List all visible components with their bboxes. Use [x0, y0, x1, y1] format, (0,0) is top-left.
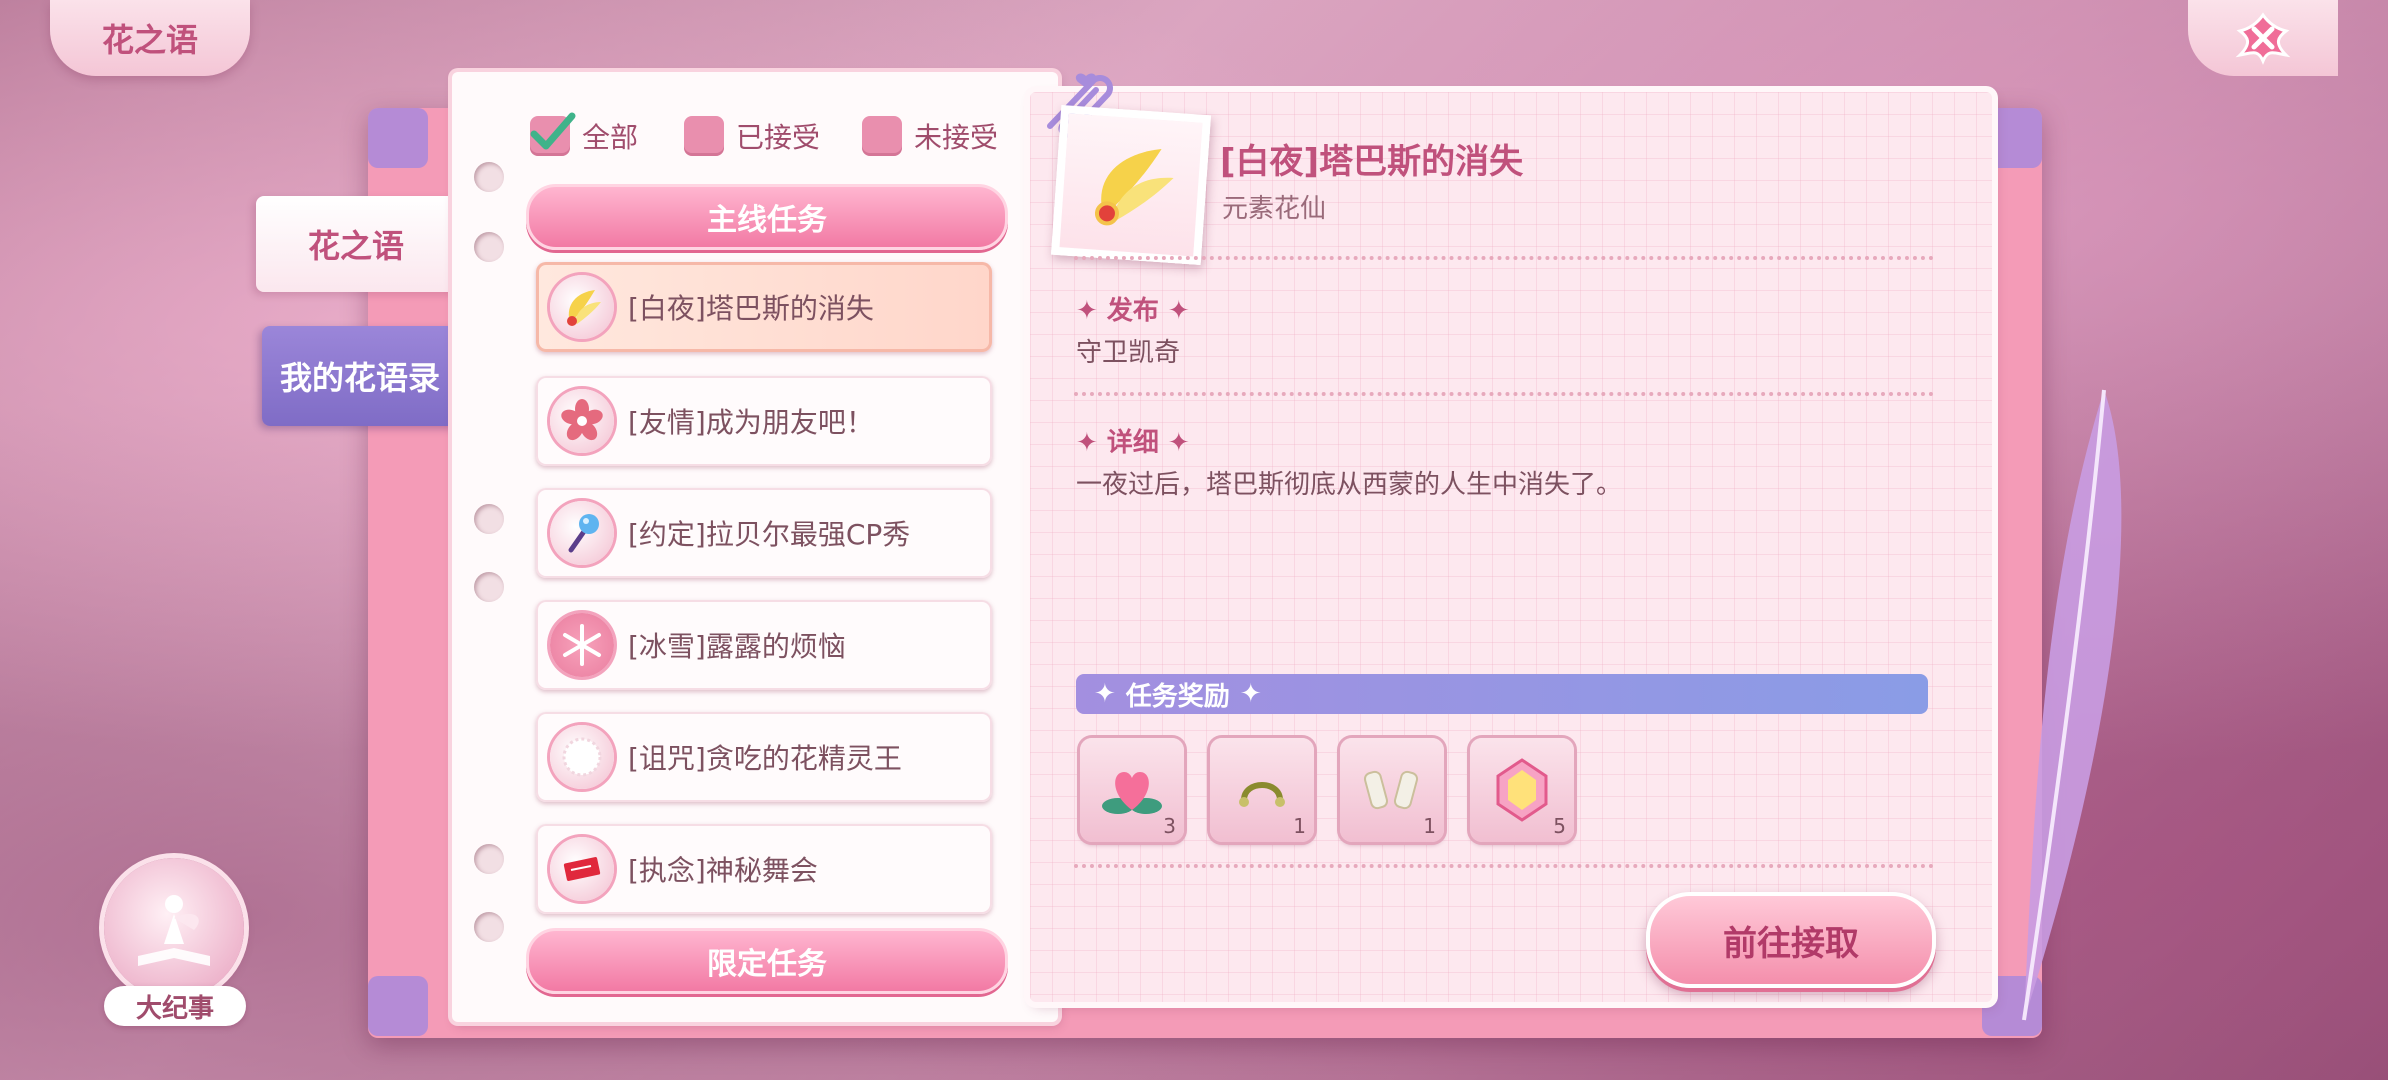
timeline-label[interactable]: 大纪事	[104, 986, 246, 1026]
quest-portrait	[1050, 104, 1212, 266]
detail-heading: ✦ 详细 ✦	[1076, 428, 1190, 458]
section-label: 限定任务	[707, 947, 827, 982]
reward-item[interactable]: 5	[1470, 738, 1574, 842]
quest-icon-circle	[550, 275, 614, 339]
timeline-button[interactable]	[104, 858, 244, 998]
reward-count: 1	[1423, 814, 1436, 838]
quest-label: [约定]拉贝尔最强CP秀	[628, 518, 911, 551]
rewards-header: ✦ 任务奖励 ✦	[1076, 674, 1928, 714]
quest-label: [冰雪]露露的烦恼	[628, 630, 846, 663]
filter-accepted[interactable]: 已接受	[684, 116, 820, 156]
quest-label: [友情]成为朋友吧！	[628, 406, 874, 439]
reward-item[interactable]: 3	[1080, 738, 1184, 842]
publisher-label: 发布	[1106, 296, 1159, 326]
corner-ornament	[368, 976, 428, 1036]
reward-count: 5	[1553, 814, 1566, 838]
checkbox[interactable]	[862, 116, 902, 156]
divider	[1074, 392, 1934, 396]
page-title-tab: 花之语	[50, 0, 250, 76]
accept-quest-button[interactable]: 前往接取	[1646, 892, 1936, 988]
tab-flower-language[interactable]: 花之语	[256, 196, 456, 292]
ticket-icon	[563, 857, 601, 881]
quest-item[interactable]: [友情]成为朋友吧！	[536, 376, 992, 466]
rewards-label: 任务奖励	[1125, 681, 1230, 712]
quest-icon-circle	[550, 613, 614, 677]
binder-hole	[474, 232, 504, 262]
feather-brooch-icon	[567, 290, 601, 326]
heart-flower-icon	[1102, 772, 1162, 814]
binder-hole	[474, 844, 504, 874]
checkbox[interactable]	[530, 112, 576, 156]
fairy-book-icon	[138, 895, 210, 966]
reward-item[interactable]: 1	[1340, 738, 1444, 842]
divider	[1074, 256, 1934, 260]
binder-hole	[474, 572, 504, 602]
close-icon	[2235, 12, 2291, 65]
snowflake-icon	[563, 624, 601, 666]
check-icon	[530, 112, 576, 150]
gloves-icon	[1363, 770, 1419, 810]
quest-title: [白夜]塔巴斯的消失	[1220, 142, 1524, 182]
quest-label: [诅咒]贪吃的花精灵王	[628, 742, 902, 775]
reward-count: 1	[1293, 814, 1306, 838]
filter-all[interactable]: 全部	[530, 112, 639, 156]
corner-ornament	[368, 108, 428, 168]
quest-item[interactable]: [执念]神秘舞会	[536, 824, 992, 914]
quest-item[interactable]: [诅咒]贪吃的花精灵王	[536, 712, 992, 802]
publisher-name: 守卫凯奇	[1076, 338, 1181, 368]
crystal-icon	[1496, 758, 1548, 822]
microphone-icon	[568, 514, 599, 553]
quest-icon-circle	[550, 725, 614, 789]
button-label: 前往接取	[1723, 923, 1859, 964]
quest-description: 一夜过后，塔巴斯彻底从西蒙的人生中消失了。	[1076, 470, 1623, 500]
divider	[1074, 864, 1934, 868]
binder-hole	[474, 162, 504, 192]
quest-icon-circle	[550, 389, 614, 453]
tab-label: 花之语	[307, 227, 404, 265]
reward-item[interactable]: 1	[1210, 738, 1314, 842]
binder-hole	[474, 912, 504, 942]
feather-brooch-icon	[1094, 149, 1174, 226]
binder-hole	[474, 504, 504, 534]
tab-my-flower-records[interactable]: 我的花语录	[262, 326, 458, 426]
tab-label: 我的花语录	[279, 359, 440, 397]
reward-list: 3 1 1 5	[1080, 738, 1574, 842]
detail-label: 详细	[1106, 428, 1159, 458]
quest-item[interactable]: [冰雪]露露的烦恼	[536, 600, 992, 690]
page-title: 花之语	[101, 21, 198, 59]
section-label: 主线任务	[707, 203, 827, 238]
publisher-heading: ✦ 发布 ✦	[1076, 296, 1190, 326]
quest-icon-circle	[550, 837, 614, 901]
quest-item[interactable]: [白夜]塔巴斯的消失	[536, 262, 992, 352]
hair-band-icon	[1239, 782, 1285, 807]
quest-subtitle: 元素花仙	[1222, 194, 1327, 224]
filter-label: 未接受	[914, 121, 999, 154]
fluff-ball-icon	[562, 737, 602, 777]
quest-item[interactable]: [约定]拉贝尔最强CP秀	[536, 488, 992, 578]
reward-count: 3	[1163, 814, 1176, 838]
quest-icon-circle	[550, 501, 614, 565]
quest-label: [执念]神秘舞会	[628, 854, 818, 887]
close-button[interactable]	[2188, 0, 2338, 76]
checkbox[interactable]	[684, 116, 724, 156]
filter-label: 已接受	[736, 121, 821, 154]
section-main-quests[interactable]: 主线任务	[526, 184, 1008, 250]
feather-decoration-icon	[2022, 389, 2122, 1021]
quest-label: [白夜]塔巴斯的消失	[628, 292, 874, 325]
flower-icon	[561, 399, 603, 441]
filter-label: 全部	[582, 121, 639, 154]
filter-not-accepted[interactable]: 未接受	[862, 116, 998, 156]
section-limited-quests[interactable]: 限定任务	[526, 928, 1008, 994]
